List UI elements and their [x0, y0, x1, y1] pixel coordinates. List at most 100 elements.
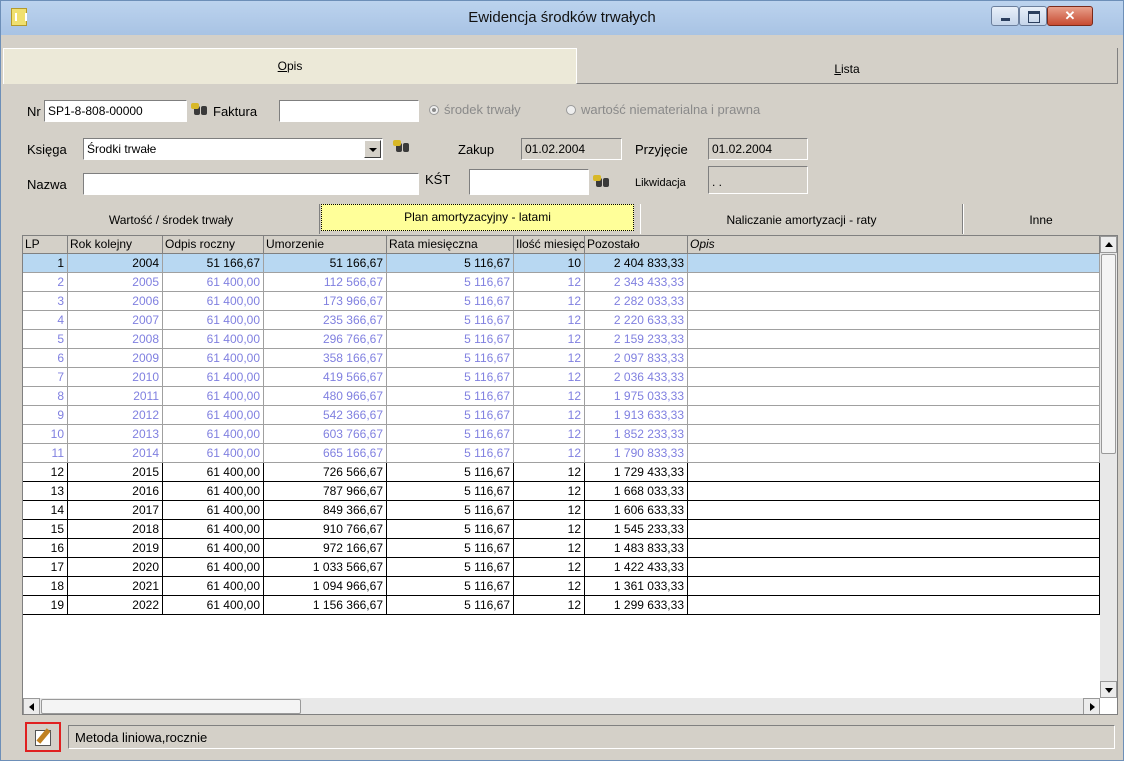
cell-lp[interactable]: 19: [23, 596, 68, 615]
scroll-right-icon[interactable]: [1083, 698, 1100, 714]
cell-umorzenie[interactable]: 542 366,67: [264, 406, 387, 425]
cell-pozostalo[interactable]: 2 220 633,33: [585, 311, 688, 330]
cell-lp[interactable]: 17: [23, 558, 68, 577]
cell-opis[interactable]: [688, 254, 1100, 273]
scroll-down-icon[interactable]: [1100, 681, 1117, 698]
cell-ilosc[interactable]: 12: [514, 273, 585, 292]
cell-umorzenie[interactable]: 910 766,67: [264, 520, 387, 539]
cell-odpis[interactable]: 61 400,00: [163, 596, 264, 615]
kst-search-icon[interactable]: [593, 173, 613, 193]
cell-ilosc[interactable]: 12: [514, 425, 585, 444]
column-header-umorzenie[interactable]: Umorzenie: [264, 236, 387, 254]
ksiega-search-icon[interactable]: [393, 138, 413, 158]
cell-odpis[interactable]: 61 400,00: [163, 349, 264, 368]
cell-lp[interactable]: 4: [23, 311, 68, 330]
cell-ilosc[interactable]: 12: [514, 501, 585, 520]
cell-rata[interactable]: 5 116,67: [387, 349, 514, 368]
cell-odpis[interactable]: 51 166,67: [163, 254, 264, 273]
cell-umorzenie[interactable]: 1 033 566,67: [264, 558, 387, 577]
cell-rata[interactable]: 5 116,67: [387, 444, 514, 463]
kst-field[interactable]: [469, 169, 589, 195]
scroll-left-icon[interactable]: [23, 698, 40, 714]
table-row[interactable]: 19 2022 61 400,00 1 156 366,67 5 116,67 12 1 2…: [23, 596, 1100, 615]
cell-ilosc[interactable]: 12: [514, 311, 585, 330]
table-row[interactable]: 1 2004 51 166,67 51 166,67 5 116,67 10 2 404 8…: [23, 254, 1100, 273]
cell-umorzenie[interactable]: 235 366,67: [264, 311, 387, 330]
horizontal-scrollbar[interactable]: [23, 698, 1100, 714]
table-row[interactable]: 9 2012 61 400,00 542 366,67 5 116,67 12 1 913 …: [23, 406, 1100, 425]
cell-ilosc[interactable]: 12: [514, 292, 585, 311]
table-row[interactable]: 5 2008 61 400,00 296 766,67 5 116,67 12 2 159 …: [23, 330, 1100, 349]
cell-odpis[interactable]: 61 400,00: [163, 387, 264, 406]
cell-rata[interactable]: 5 116,67: [387, 539, 514, 558]
cell-rok[interactable]: 2021: [68, 577, 163, 596]
table-row[interactable]: 6 2009 61 400,00 358 166,67 5 116,67 12 2 097 …: [23, 349, 1100, 368]
cell-opis[interactable]: [688, 368, 1100, 387]
likwidacja-field[interactable]: . .: [708, 166, 808, 194]
cell-ilosc[interactable]: 12: [514, 482, 585, 501]
column-header-pozostalo[interactable]: Pozostało: [585, 236, 688, 254]
table-row[interactable]: 17 2020 61 400,00 1 033 566,67 5 116,67 12 1 4…: [23, 558, 1100, 577]
cell-ilosc[interactable]: 12: [514, 463, 585, 482]
column-header-lp[interactable]: LP: [23, 236, 68, 254]
cell-pozostalo[interactable]: 1 913 633,33: [585, 406, 688, 425]
cell-ilosc[interactable]: 12: [514, 596, 585, 615]
cell-odpis[interactable]: 61 400,00: [163, 577, 264, 596]
ksiega-select[interactable]: Środki trwałe: [83, 138, 383, 160]
cell-odpis[interactable]: 61 400,00: [163, 311, 264, 330]
cell-opis[interactable]: [688, 463, 1100, 482]
cell-rok[interactable]: 2014: [68, 444, 163, 463]
cell-pozostalo[interactable]: 1 299 633,33: [585, 596, 688, 615]
cell-opis[interactable]: [688, 292, 1100, 311]
cell-opis[interactable]: [688, 425, 1100, 444]
cell-pozostalo[interactable]: 1 668 033,33: [585, 482, 688, 501]
cell-umorzenie[interactable]: 112 566,67: [264, 273, 387, 292]
cell-lp[interactable]: 16: [23, 539, 68, 558]
cell-lp[interactable]: 14: [23, 501, 68, 520]
cell-rata[interactable]: 5 116,67: [387, 292, 514, 311]
table-row[interactable]: 2 2005 61 400,00 112 566,67 5 116,67 12 2 343 …: [23, 273, 1100, 292]
cell-lp[interactable]: 7: [23, 368, 68, 387]
cell-opis[interactable]: [688, 311, 1100, 330]
table-row[interactable]: 16 2019 61 400,00 972 166,67 5 116,67 12 1 483…: [23, 539, 1100, 558]
cell-odpis[interactable]: 61 400,00: [163, 558, 264, 577]
cell-rok[interactable]: 2008: [68, 330, 163, 349]
column-header-ilosc[interactable]: Ilość miesięcy: [514, 236, 585, 254]
cell-rata[interactable]: 5 116,67: [387, 330, 514, 349]
cell-opis[interactable]: [688, 539, 1100, 558]
cell-pozostalo[interactable]: 1 361 033,33: [585, 577, 688, 596]
cell-opis[interactable]: [688, 444, 1100, 463]
cell-rok[interactable]: 2009: [68, 349, 163, 368]
cell-umorzenie[interactable]: 480 966,67: [264, 387, 387, 406]
cell-ilosc[interactable]: 10: [514, 254, 585, 273]
cell-odpis[interactable]: 61 400,00: [163, 292, 264, 311]
cell-ilosc[interactable]: 12: [514, 558, 585, 577]
maximize-button[interactable]: [1019, 6, 1047, 26]
cell-ilosc[interactable]: 12: [514, 330, 585, 349]
vertical-scrollbar[interactable]: [1100, 236, 1117, 698]
cell-lp[interactable]: 10: [23, 425, 68, 444]
cell-rok[interactable]: 2006: [68, 292, 163, 311]
cell-rata[interactable]: 5 116,67: [387, 406, 514, 425]
cell-opis[interactable]: [688, 596, 1100, 615]
cell-odpis[interactable]: 61 400,00: [163, 463, 264, 482]
cell-lp[interactable]: 1: [23, 254, 68, 273]
cell-opis[interactable]: [688, 577, 1100, 596]
cell-pozostalo[interactable]: 1 606 633,33: [585, 501, 688, 520]
cell-opis[interactable]: [688, 558, 1100, 577]
cell-opis[interactable]: [688, 387, 1100, 406]
cell-opis[interactable]: [688, 349, 1100, 368]
cell-ilosc[interactable]: 12: [514, 406, 585, 425]
table-row[interactable]: 11 2014 61 400,00 665 166,67 5 116,67 12 1 790…: [23, 444, 1100, 463]
cell-rok[interactable]: 2013: [68, 425, 163, 444]
cell-opis[interactable]: [688, 273, 1100, 292]
cell-lp[interactable]: 13: [23, 482, 68, 501]
horizontal-scroll-thumb[interactable]: [41, 699, 301, 714]
table-row[interactable]: 8 2011 61 400,00 480 966,67 5 116,67 12 1 975 …: [23, 387, 1100, 406]
cell-ilosc[interactable]: 12: [514, 539, 585, 558]
column-header-opis[interactable]: Opis: [688, 236, 1100, 254]
cell-opis[interactable]: [688, 501, 1100, 520]
tab-plan-amortyzacyjny[interactable]: Plan amortyzacyjny - latami: [321, 204, 634, 231]
cell-ilosc[interactable]: 12: [514, 387, 585, 406]
table-row[interactable]: 7 2010 61 400,00 419 566,67 5 116,67 12 2 036 …: [23, 368, 1100, 387]
